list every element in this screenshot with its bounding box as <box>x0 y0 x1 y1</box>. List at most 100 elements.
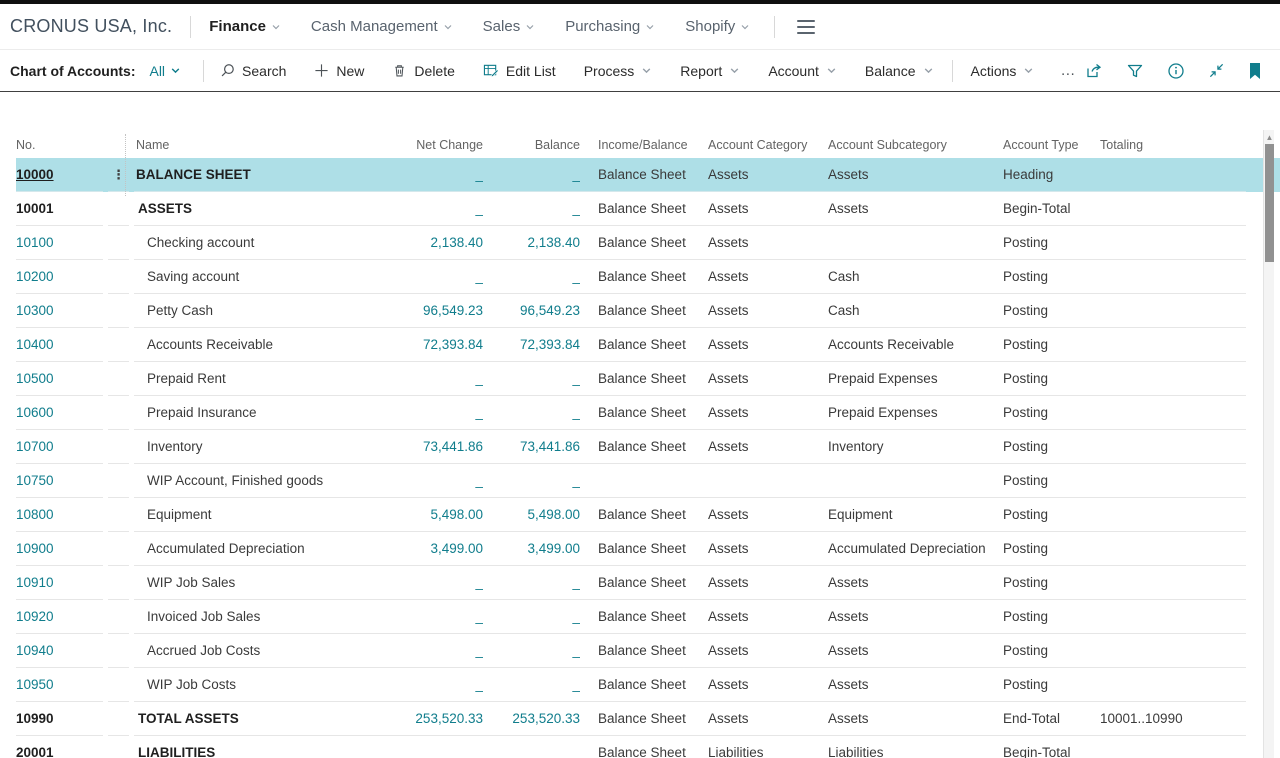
account-name-cell[interactable]: Saving account <box>134 260 390 294</box>
nav-item-purchasing[interactable]: Purchasing <box>565 18 655 35</box>
account-type-cell[interactable]: Posting <box>1003 634 1100 668</box>
account-category-cell[interactable]: Assets <box>708 158 828 192</box>
table-row[interactable]: 20001LIABILITIESBalance SheetLiabilities… <box>16 736 1280 758</box>
account-no-link[interactable]: 10001 <box>16 192 103 226</box>
account-no-link[interactable]: 10500 <box>16 362 103 396</box>
account-category-cell[interactable]: Assets <box>708 634 828 668</box>
nav-item-cash-management[interactable]: Cash Management <box>311 18 453 35</box>
nav-item-shopify[interactable]: Shopify <box>685 18 750 35</box>
table-row[interactable]: 10300Petty Cash96,549.2396,549.23Balance… <box>16 294 1280 328</box>
account-name-cell[interactable]: LIABILITIES <box>134 736 390 758</box>
totaling-cell[interactable] <box>1100 260 1246 294</box>
account-name-cell[interactable]: Accrued Job Costs <box>134 634 390 668</box>
totaling-cell[interactable] <box>1100 396 1246 430</box>
info-icon[interactable] <box>1167 62 1185 80</box>
totaling-cell[interactable] <box>1100 158 1246 192</box>
balance-cell[interactable]: _ <box>483 396 580 430</box>
table-row[interactable]: 10000⋮BALANCE SHEET__Balance SheetAssets… <box>16 158 1280 192</box>
net-change-cell[interactable]: 73,441.86 <box>390 430 483 464</box>
account-type-cell[interactable]: Posting <box>1003 362 1100 396</box>
account-name-cell[interactable]: Inventory <box>134 430 390 464</box>
net-change-cell[interactable]: _ <box>390 634 483 668</box>
account-name-cell[interactable]: WIP Job Sales <box>134 566 390 600</box>
balance-menu[interactable]: Balance <box>865 63 934 79</box>
totaling-cell[interactable] <box>1100 328 1246 362</box>
totaling-cell[interactable] <box>1100 668 1246 702</box>
totaling-cell[interactable] <box>1100 498 1246 532</box>
edit-list-button[interactable]: Edit List <box>483 63 556 79</box>
account-name-cell[interactable]: ASSETS <box>134 192 390 226</box>
process-menu[interactable]: Process <box>584 63 653 79</box>
table-row[interactable]: 10750WIP Account, Finished goods__Postin… <box>16 464 1280 498</box>
net-change-cell[interactable]: 72,393.84 <box>390 328 483 362</box>
column-header-totaling[interactable]: Totaling <box>1100 138 1246 158</box>
account-category-cell[interactable]: Assets <box>708 260 828 294</box>
account-category-cell[interactable]: Assets <box>708 668 828 702</box>
account-category-cell[interactable]: Assets <box>708 362 828 396</box>
account-name-cell[interactable]: WIP Account, Finished goods <box>134 464 390 498</box>
table-row[interactable]: 10990TOTAL ASSETS253,520.33253,520.33Bal… <box>16 702 1280 736</box>
account-subcategory-cell[interactable]: Cash <box>828 294 1003 328</box>
column-header-name[interactable]: Name <box>134 138 390 158</box>
view-filter-dropdown[interactable]: All <box>149 63 181 79</box>
net-change-cell[interactable]: 5,498.00 <box>390 498 483 532</box>
net-change-cell[interactable]: 96,549.23 <box>390 294 483 328</box>
account-subcategory-cell[interactable]: Liabilities <box>828 736 1003 758</box>
new-button[interactable]: New <box>314 63 364 79</box>
account-subcategory-cell[interactable]: Assets <box>828 668 1003 702</box>
income-balance-cell[interactable]: Balance Sheet <box>598 294 708 328</box>
table-row[interactable]: 10100Checking account2,138.402,138.40Bal… <box>16 226 1280 260</box>
net-change-cell[interactable]: _ <box>390 600 483 634</box>
balance-cell[interactable]: _ <box>483 362 580 396</box>
income-balance-cell[interactable]: Balance Sheet <box>598 634 708 668</box>
income-balance-cell[interactable]: Balance Sheet <box>598 396 708 430</box>
balance-cell[interactable]: 3,499.00 <box>483 532 580 566</box>
account-type-cell[interactable]: Posting <box>1003 464 1100 498</box>
account-subcategory-cell[interactable]: Assets <box>828 600 1003 634</box>
account-type-cell[interactable]: Heading <box>1003 158 1100 192</box>
account-no-link[interactable]: 10920 <box>16 600 103 634</box>
account-no-link[interactable]: 10910 <box>16 566 103 600</box>
account-type-cell[interactable]: Posting <box>1003 532 1100 566</box>
balance-cell[interactable]: _ <box>483 192 580 226</box>
account-category-cell[interactable]: Assets <box>708 430 828 464</box>
net-change-cell[interactable]: _ <box>390 396 483 430</box>
balance-cell[interactable]: 73,441.86 <box>483 430 580 464</box>
table-row[interactable]: 10800Equipment5,498.005,498.00Balance Sh… <box>16 498 1280 532</box>
account-category-cell[interactable]: Liabilities <box>708 736 828 758</box>
scrollbar-thumb[interactable] <box>1265 144 1274 262</box>
account-subcategory-cell[interactable]: Assets <box>828 702 1003 736</box>
income-balance-cell[interactable]: Balance Sheet <box>598 736 708 758</box>
account-subcategory-cell[interactable] <box>828 226 1003 260</box>
account-no-link[interactable]: 10800 <box>16 498 103 532</box>
balance-cell[interactable] <box>483 736 580 758</box>
account-subcategory-cell[interactable]: Inventory <box>828 430 1003 464</box>
account-category-cell[interactable]: Assets <box>708 702 828 736</box>
net-change-cell[interactable]: _ <box>390 158 483 192</box>
vertical-scrollbar[interactable]: ▲ <box>1263 130 1274 758</box>
totaling-cell[interactable] <box>1100 600 1246 634</box>
account-no-link[interactable]: 10100 <box>16 226 103 260</box>
actions-menu[interactable]: Actions <box>971 63 1035 79</box>
account-subcategory-cell[interactable]: Assets <box>828 158 1003 192</box>
income-balance-cell[interactable]: Balance Sheet <box>598 600 708 634</box>
income-balance-cell[interactable]: Balance Sheet <box>598 566 708 600</box>
income-balance-cell[interactable]: Balance Sheet <box>598 260 708 294</box>
table-row[interactable]: 10900Accumulated Depreciation3,499.003,4… <box>16 532 1280 566</box>
table-row[interactable]: 10910WIP Job Sales__Balance SheetAssetsA… <box>16 566 1280 600</box>
income-balance-cell[interactable]: Balance Sheet <box>598 498 708 532</box>
totaling-cell[interactable] <box>1100 294 1246 328</box>
filter-icon[interactable] <box>1126 62 1144 80</box>
table-row[interactable]: 10500Prepaid Rent__Balance SheetAssetsPr… <box>16 362 1280 396</box>
account-category-cell[interactable]: Assets <box>708 226 828 260</box>
account-category-cell[interactable]: Assets <box>708 328 828 362</box>
collapse-icon[interactable] <box>1208 62 1225 79</box>
account-type-cell[interactable]: Posting <box>1003 294 1100 328</box>
column-header-account-subcategory[interactable]: Account Subcategory <box>828 138 1003 158</box>
account-no-link[interactable]: 10200 <box>16 260 103 294</box>
net-change-cell[interactable]: _ <box>390 566 483 600</box>
income-balance-cell[interactable]: Balance Sheet <box>598 702 708 736</box>
account-category-cell[interactable] <box>708 464 828 498</box>
column-header-no[interactable]: No. <box>16 138 103 158</box>
account-subcategory-cell[interactable]: Prepaid Expenses <box>828 396 1003 430</box>
